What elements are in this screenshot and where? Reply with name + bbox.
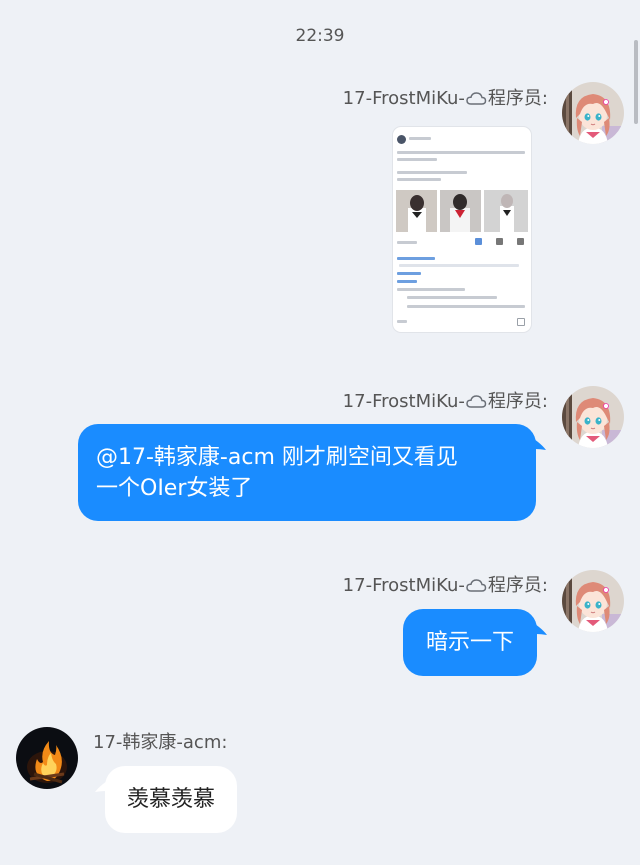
post-comment [399,264,519,267]
post-footer [397,320,407,323]
sender-name: 17-韩家康-acm: [93,728,227,754]
avatar[interactable] [562,570,624,632]
comment-icon [496,238,503,245]
post-text [397,178,441,181]
post-text [397,158,437,161]
post-text [397,151,525,154]
post-comment [407,305,525,308]
share-icon [517,238,524,245]
cloud-icon [466,395,487,408]
post-comment [397,272,421,275]
sender-name-text: 17-韩家康-acm: [93,732,228,753]
post-likes [397,257,435,260]
post-text [397,171,467,174]
sender-title-text: 程序员: [487,88,548,109]
message-line: 一个OIer女装了 [96,476,253,501]
avatar[interactable] [562,386,624,448]
post-comment [397,288,465,291]
campfire-avatar-icon [16,727,78,789]
sender-title-text: 程序员: [487,391,548,412]
post-meta [409,137,431,140]
message-line: 暗示一下 [425,630,514,655]
anime-girl-avatar-icon [562,386,624,448]
post-photo [396,190,437,232]
message-line: @17-韩家康-acm 刚才刷空间又看见 [96,445,458,470]
anime-girl-avatar-icon [562,570,624,632]
sender-name-text: 17-FrostMiKu- [342,575,465,596]
sender-title-text: 程序员: [487,575,548,596]
timestamp: 22:39 [295,26,345,46]
shared-screenshot-image[interactable] [393,127,531,332]
message-bubble[interactable]: 羡慕羡慕 [95,766,237,833]
avatar[interactable] [562,82,624,144]
sender-name: 17-FrostMiKu- 程序员: [343,571,548,597]
message-bubble[interactable]: @17-韩家康-acm 刚才刷空间又看见 一个OIer女装了 [78,424,546,521]
post-avatar-icon [397,135,406,144]
sender-name: 17-FrostMiKu- 程序员: [343,84,548,110]
post-stats [397,241,417,244]
cloud-icon [466,579,487,592]
cloud-icon [466,92,487,105]
like-icon [475,238,482,245]
scrollbar[interactable] [634,40,638,124]
sender-name-text: 17-FrostMiKu- [342,88,465,109]
sender-name-text: 17-FrostMiKu- [342,391,465,412]
message-bubble[interactable]: 暗示一下 [403,609,547,676]
post-photo [440,190,481,232]
post-comment [397,280,417,283]
post-comment [407,296,497,299]
post-photo [484,190,528,232]
anime-girl-avatar-icon [562,82,624,144]
avatar[interactable] [16,727,78,789]
sender-name: 17-FrostMiKu- 程序员: [343,387,548,413]
comment-icon [517,318,525,326]
message-line: 羡慕羡慕 [126,787,215,812]
